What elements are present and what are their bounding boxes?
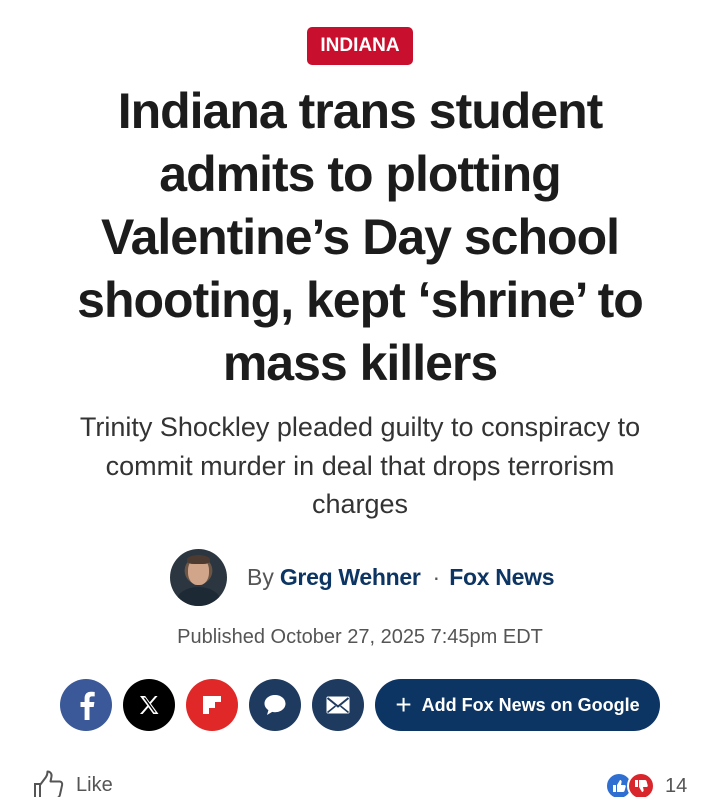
article-page: INDIANA Indiana trans student admits to … [0,0,720,797]
add-fox-news-on-google-button[interactable]: + Add Fox News on Google [375,679,660,731]
category-badge[interactable]: INDIANA [307,27,413,65]
email-share-button[interactable] [312,679,364,731]
like-button[interactable]: Like [32,770,113,797]
by-prefix: By [247,563,274,590]
byline-separator: · [432,563,441,590]
subheadline: Trinity Shockley pleaded guilty to consp… [79,412,641,519]
facebook-share-button[interactable] [60,679,112,731]
reaction-count: 14 [665,774,688,797]
x-share-button[interactable] [123,679,175,731]
outlet-link[interactable]: Fox News [449,564,554,591]
flipboard-share-button[interactable] [186,679,238,731]
plus-icon: + [395,689,412,720]
like-label: Like [76,773,113,796]
comment-icon [264,695,286,715]
comment-button[interactable] [249,679,301,731]
facebook-icon [80,691,95,720]
headline: Indiana trans student admits to plotting… [77,83,644,391]
email-icon [326,696,350,714]
google-button-label: Add Fox News on Google [421,694,640,715]
author-avatar[interactable] [170,548,227,606]
published-timestamp: Published October 27, 2025 7:45pm EDT [177,626,543,648]
thumbs-down-reaction-icon [627,772,655,797]
reaction-summary[interactable]: 14 [605,772,687,797]
share-bar: + Add Fox News on Google [0,679,720,731]
flipboard-icon [203,696,221,714]
byline: By Greg Wehner · Fox News [170,548,554,606]
thumbs-up-icon [34,770,64,797]
x-icon [140,696,159,714]
author-link[interactable]: Greg Wehner [280,564,421,591]
